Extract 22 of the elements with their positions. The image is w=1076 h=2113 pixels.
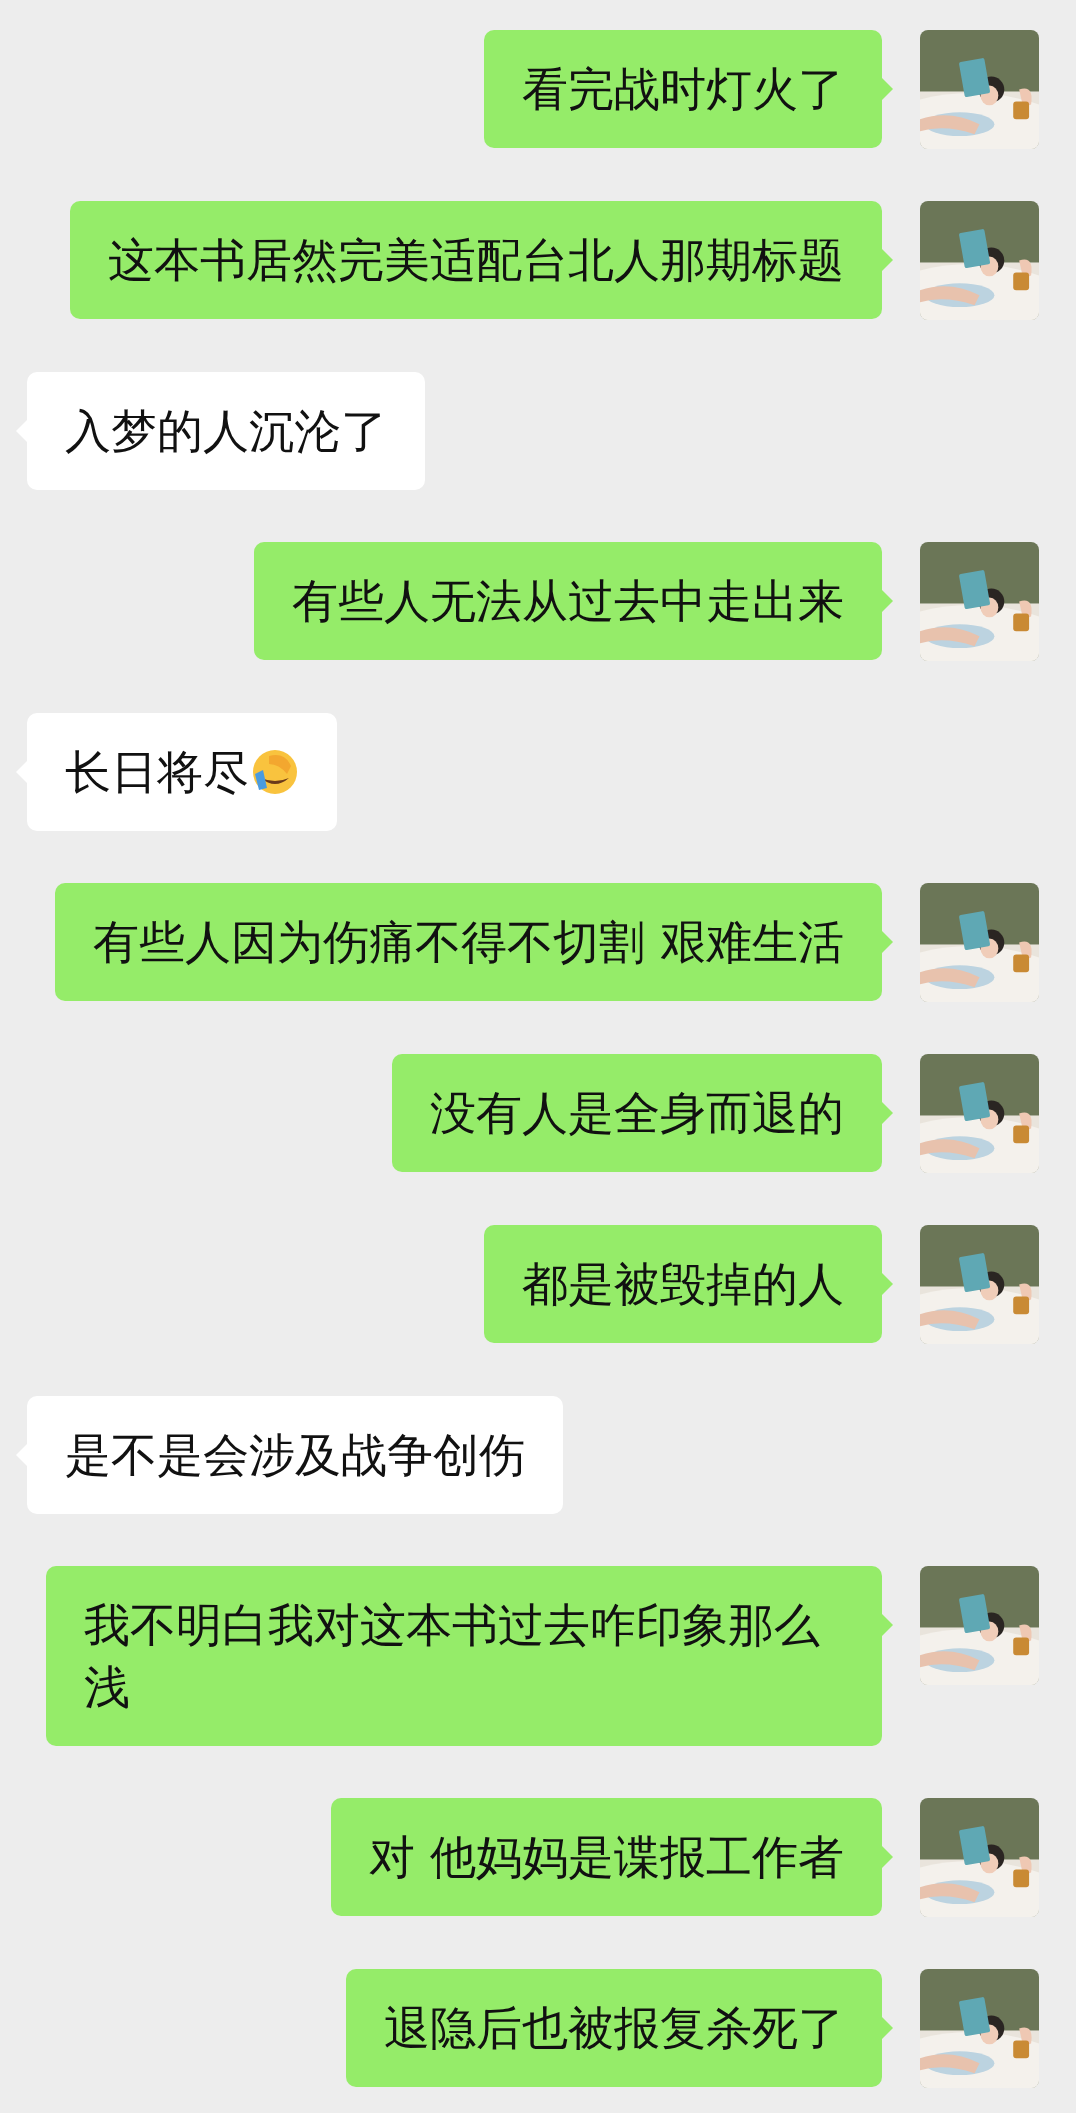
message-bubble: 入梦的人沉沦了 — [27, 372, 425, 490]
message-bubble: 是不是会涉及战争创伤 — [27, 1396, 563, 1514]
bubble-tail-icon — [882, 1846, 893, 1868]
message-bubble: 有些人因为伤痛不得不切割 艰难生活 — [55, 883, 882, 1001]
bubble-tail-icon — [882, 249, 893, 271]
bubble-tail-icon — [882, 1273, 893, 1295]
bubble-tail-icon — [882, 78, 893, 100]
message-bubble: 没有人是全身而退的 — [392, 1054, 882, 1172]
message-bubble: 我不明白我对这本书过去咋印象那么浅 — [46, 1566, 882, 1746]
bubble-tail-icon — [882, 2017, 893, 2039]
message-bubble: 有些人无法从过去中走出来 — [254, 542, 882, 660]
bubble-tail-icon — [882, 1102, 893, 1124]
bubble-tail-icon — [882, 1614, 893, 1636]
facepalm-emoji-icon — [251, 748, 299, 796]
message-bubble: 看完战时灯火了 — [484, 30, 882, 148]
message-bubble: 长日将尽 — [27, 713, 337, 831]
message-bubble: 都是被毁掉的人 — [484, 1225, 882, 1343]
message-bubble: 这本书居然完美适配台北人那期标题 — [70, 201, 882, 319]
message-bubble: 退隐后也被报复杀死了 — [346, 1969, 882, 2087]
bubble-tail-icon — [882, 931, 893, 953]
bubble-tail-icon — [882, 590, 893, 612]
message-bubble: 对 他妈妈是谍报工作者 — [331, 1798, 882, 1916]
